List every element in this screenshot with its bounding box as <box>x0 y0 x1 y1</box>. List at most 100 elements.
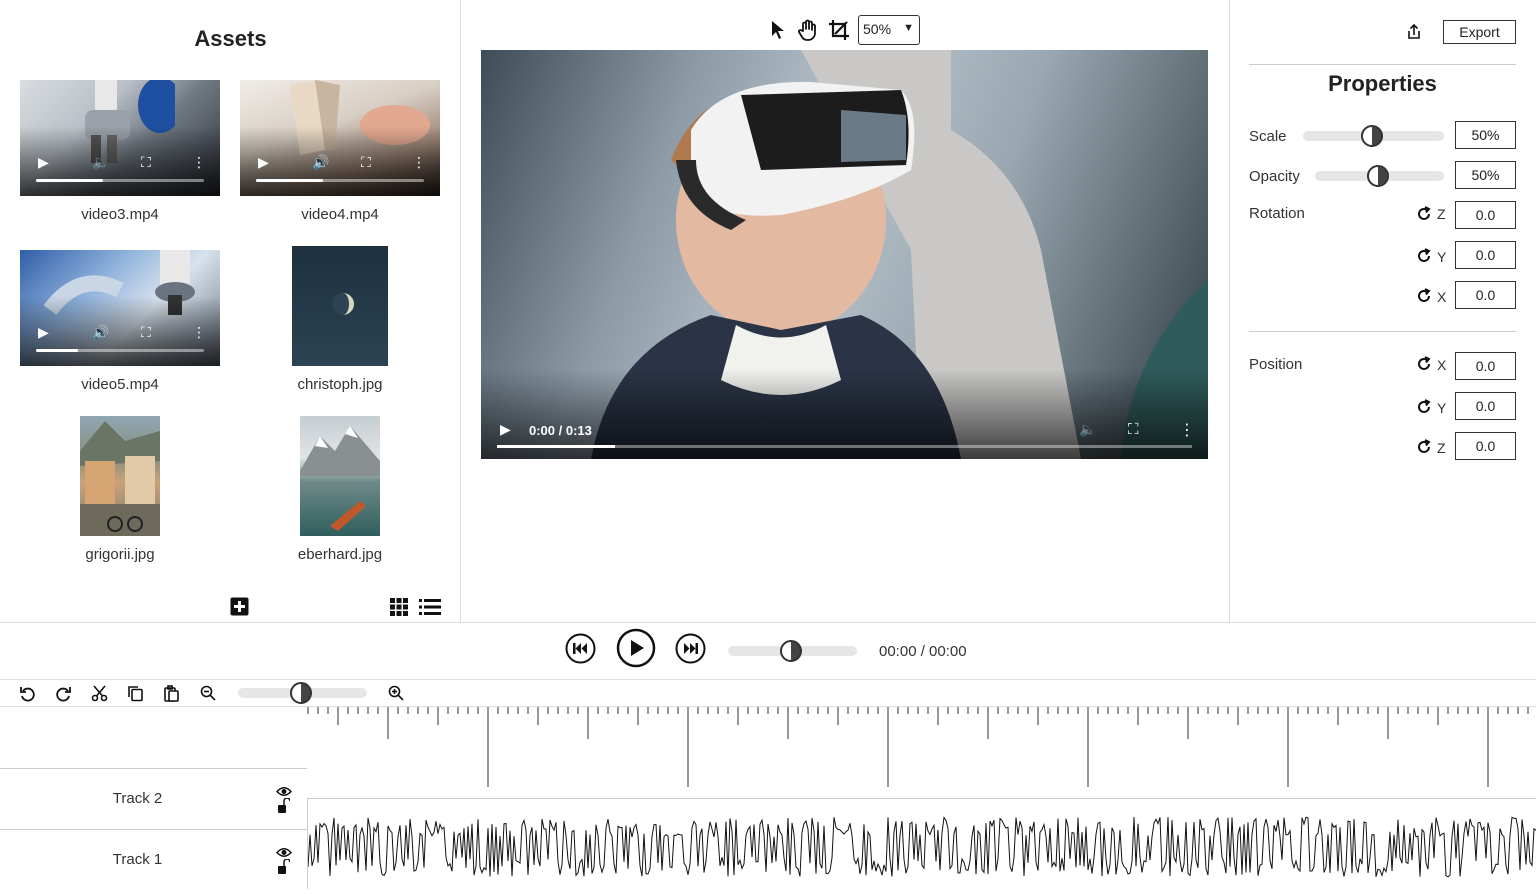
assets-title: Assets <box>194 26 267 51</box>
skip-back-icon[interactable] <box>565 633 596 669</box>
rotation-z-input[interactable]: 0.0 <box>1455 201 1516 229</box>
track-header-1: Track 1 <box>0 829 307 889</box>
more-icon[interactable]: ⋮ <box>192 324 206 341</box>
fullscreen-icon[interactable]: ⛶ <box>1128 421 1139 438</box>
position-x-input[interactable]: 0.0 <box>1455 352 1516 380</box>
play-button[interactable] <box>616 628 656 673</box>
redo-icon[interactable] <box>55 685 72 702</box>
crop-icon[interactable] <box>828 19 850 41</box>
scale-label: Scale <box>1249 128 1287 145</box>
position-x-axis: X <box>1437 357 1447 373</box>
play-icon[interactable]: ▶ <box>258 154 269 171</box>
timeline-toolbar <box>0 680 1536 707</box>
volume-icon[interactable]: 🔊 <box>312 154 329 171</box>
video-preview[interactable]: ▶ 0:00 / 0:13 🔈 ⛶ ⋮ <box>481 50 1208 459</box>
asset-label: video4.mp4 <box>301 206 379 223</box>
position-label: Position <box>1249 356 1303 373</box>
timeline-ruler[interactable] <box>307 707 1536 787</box>
lock-icon[interactable] <box>278 858 291 879</box>
asset-label: video3.mp4 <box>81 206 159 223</box>
video-controls: ▶ 🔈 ⛶ ⋮ <box>20 126 220 196</box>
properties-title: Properties <box>1328 71 1437 96</box>
scale-input[interactable]: 50% <box>1455 121 1516 149</box>
audio-waveform <box>307 816 1536 878</box>
reset-position-x-icon[interactable] <box>1416 356 1432 377</box>
reset-position-z-icon[interactable] <box>1416 439 1432 460</box>
audio-clip[interactable] <box>307 798 1536 889</box>
asset-thumbnail-christoph[interactable] <box>292 246 388 366</box>
divider <box>1249 331 1516 332</box>
zoom-select-value: 50% <box>863 21 892 37</box>
volume-icon[interactable]: 🔊 <box>92 324 109 341</box>
list-view-icon[interactable] <box>419 599 441 620</box>
chevron-down-icon: ▼ <box>903 22 914 34</box>
video-progress-bar[interactable] <box>36 179 204 182</box>
video-controls: ▶ 🔊 ⛶ ⋮ <box>20 296 220 366</box>
asset-label: eberhard.jpg <box>297 546 383 563</box>
asset-thumbnail-video5[interactable]: ▶ 🔊 ⛶ ⋮ <box>20 250 220 366</box>
rotation-x-axis: X <box>1437 289 1447 305</box>
skip-forward-icon[interactable] <box>675 633 706 669</box>
rotation-x-input[interactable]: 0.0 <box>1455 281 1516 309</box>
asset-label: video5.mp4 <box>81 376 159 393</box>
playback-slider-handle[interactable] <box>780 640 802 662</box>
track-name: Track 2 <box>112 790 163 807</box>
lock-icon[interactable] <box>278 797 291 818</box>
reset-position-y-icon[interactable] <box>1416 399 1432 420</box>
zoom-select[interactable]: 50% ▼ <box>858 15 920 45</box>
asset-thumbnail-video3[interactable]: ▶ 🔈 ⛶ ⋮ <box>20 80 220 196</box>
rotation-y-axis: Y <box>1437 249 1447 265</box>
rotation-y-input[interactable]: 0.0 <box>1455 241 1516 269</box>
reset-rotation-y-icon[interactable] <box>1416 248 1432 269</box>
export-button[interactable]: Export <box>1443 20 1516 44</box>
track-header-2: Track 2 <box>0 768 307 829</box>
grid-view-icon[interactable] <box>390 598 408 621</box>
undo-icon[interactable] <box>19 685 36 702</box>
asset-thumbnail-grigorii[interactable] <box>80 416 160 536</box>
copy-icon[interactable] <box>127 685 144 702</box>
video-progress-bar[interactable] <box>256 179 424 182</box>
preview-controls: ▶ 0:00 / 0:13 🔈 ⛶ ⋮ <box>481 369 1208 459</box>
more-icon[interactable]: ⋮ <box>412 154 426 171</box>
divider <box>1249 64 1516 65</box>
play-icon[interactable]: ▶ <box>38 154 49 171</box>
plus-square-icon[interactable] <box>230 597 249 621</box>
position-z-axis: Z <box>1437 440 1446 456</box>
track-name: Track 1 <box>112 851 163 868</box>
volume-icon[interactable]: 🔈 <box>1079 421 1096 438</box>
position-y-axis: Y <box>1437 400 1447 416</box>
reset-rotation-z-icon[interactable] <box>1416 206 1432 227</box>
fullscreen-icon[interactable]: ⛶ <box>141 324 151 341</box>
position-y-input[interactable]: 0.0 <box>1455 392 1516 420</box>
reset-rotation-x-icon[interactable] <box>1416 288 1432 309</box>
asset-thumbnail-video4[interactable]: ▶ 🔊 ⛶ ⋮ <box>240 80 440 196</box>
paste-icon[interactable] <box>163 685 180 702</box>
hand-icon[interactable] <box>797 19 819 41</box>
volume-icon[interactable]: 🔈 <box>92 154 109 171</box>
playback-time: 00:00 / 00:00 <box>879 643 967 660</box>
cut-icon[interactable] <box>91 685 108 702</box>
scale-slider-handle[interactable] <box>1361 125 1383 147</box>
fullscreen-icon[interactable]: ⛶ <box>361 154 371 171</box>
asset-label: grigorii.jpg <box>85 546 155 563</box>
opacity-slider-handle[interactable] <box>1367 165 1389 187</box>
rotation-z-axis: Z <box>1437 206 1446 222</box>
more-icon[interactable]: ⋮ <box>192 154 206 171</box>
video-progress-bar[interactable] <box>36 349 204 352</box>
pointer-icon[interactable] <box>771 20 785 40</box>
video-controls: ▶ 🔊 ⛶ ⋮ <box>240 126 440 196</box>
share-icon[interactable] <box>1405 23 1423 46</box>
position-z-input[interactable]: 0.0 <box>1455 432 1516 460</box>
more-icon[interactable]: ⋮ <box>1179 420 1195 440</box>
zoom-in-icon[interactable] <box>388 685 404 701</box>
zoom-out-icon[interactable] <box>200 685 216 701</box>
timeline-zoom-handle[interactable] <box>290 682 312 704</box>
asset-thumbnail-eberhard[interactable] <box>300 416 380 536</box>
rotation-label: Rotation <box>1249 205 1305 222</box>
asset-label: christoph.jpg <box>297 376 383 393</box>
play-icon[interactable]: ▶ <box>500 421 511 438</box>
play-icon[interactable]: ▶ <box>38 324 49 341</box>
fullscreen-icon[interactable]: ⛶ <box>141 154 151 171</box>
preview-progress-bar[interactable] <box>497 445 1192 448</box>
opacity-input[interactable]: 50% <box>1455 161 1516 189</box>
